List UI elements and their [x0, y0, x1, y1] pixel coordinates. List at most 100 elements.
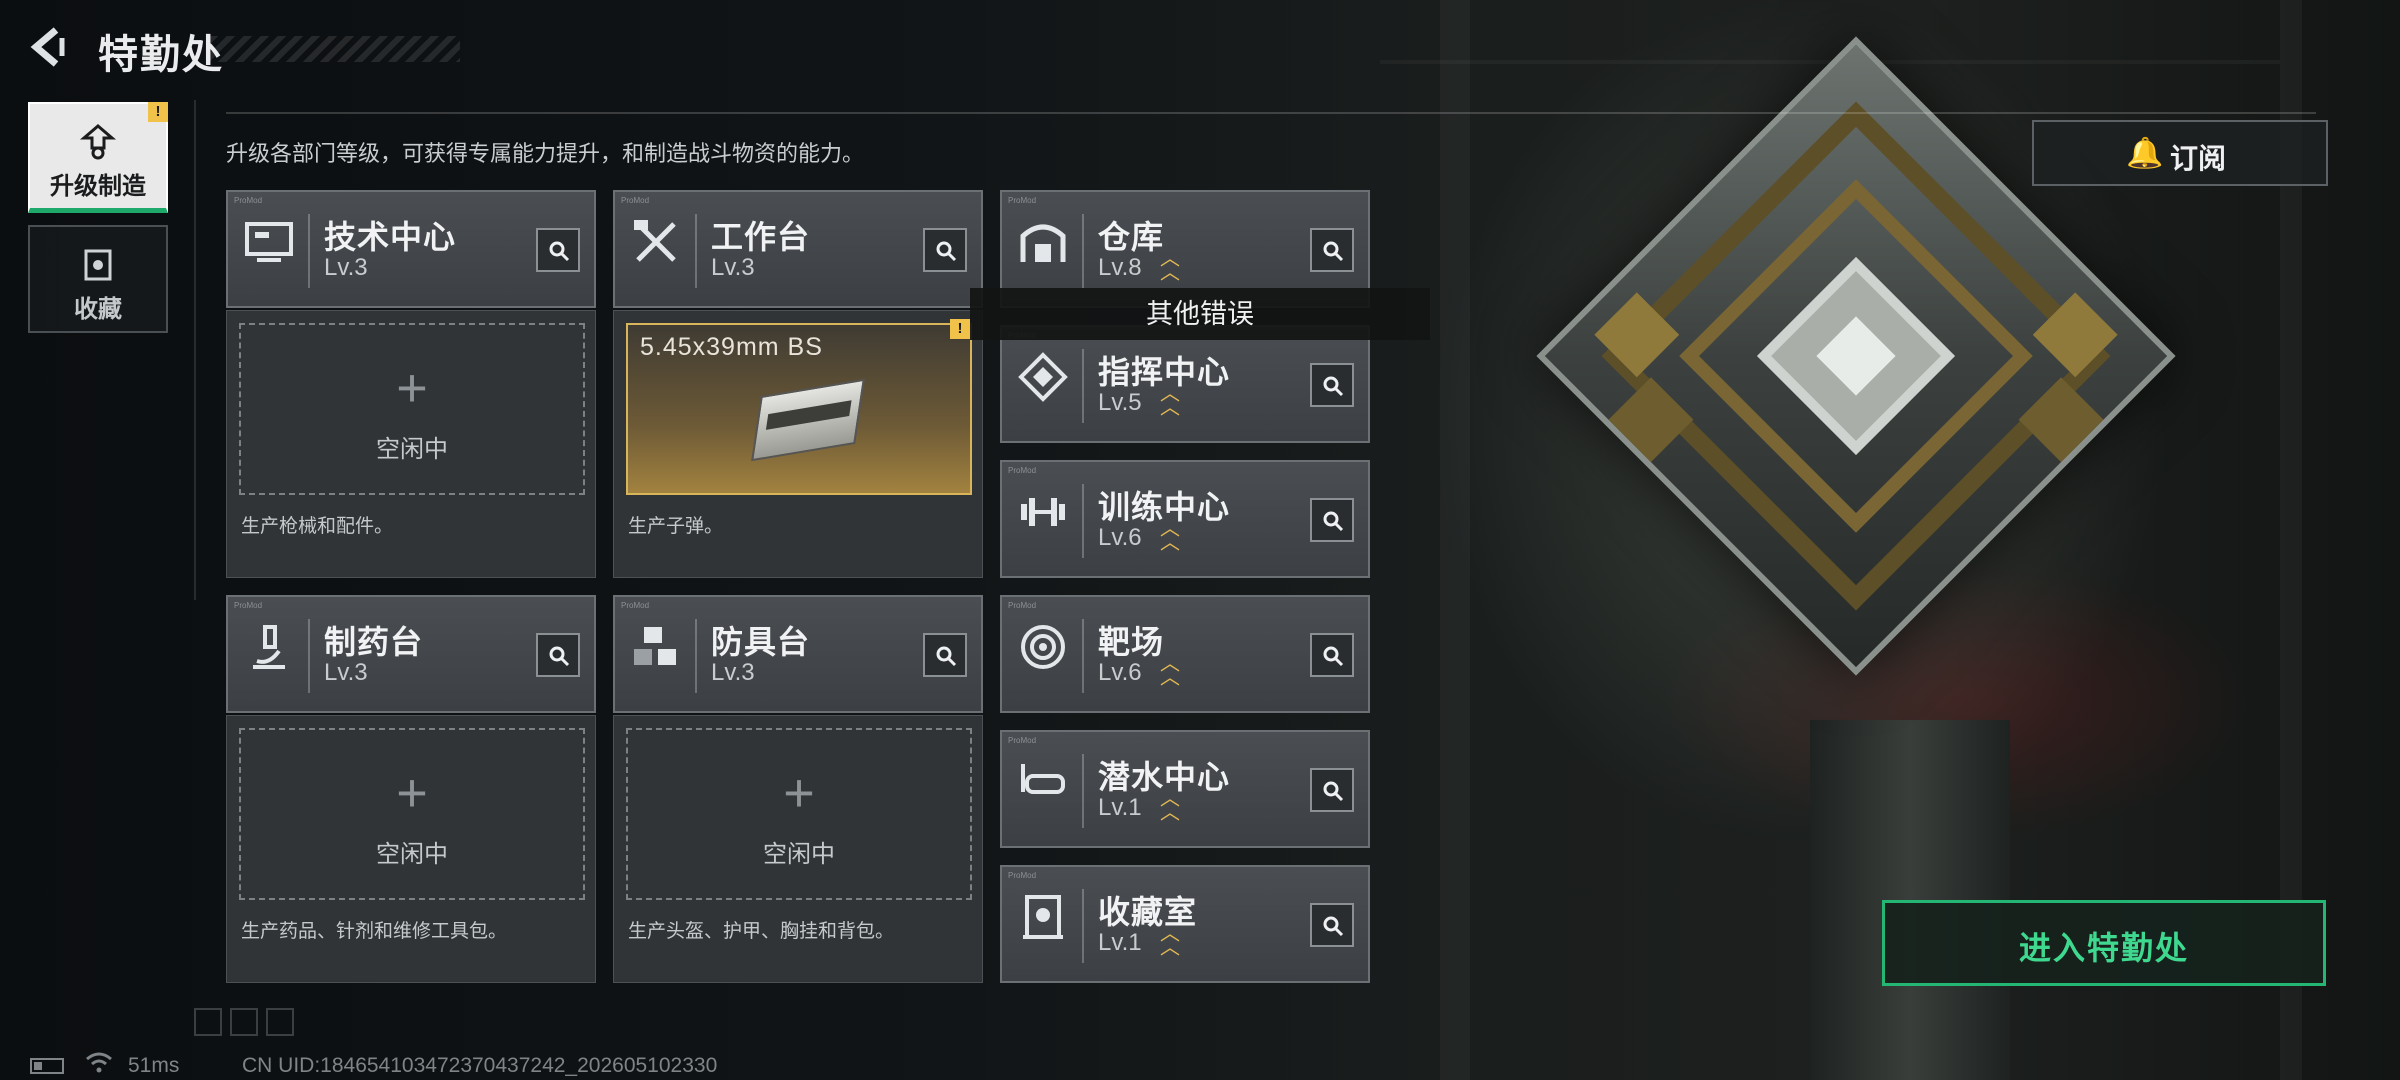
search-icon: [936, 646, 957, 667]
warehouse-icon: [1014, 216, 1072, 282]
department-level: Lv.3: [324, 659, 368, 686]
department-level: Lv.1: [1098, 929, 1142, 956]
plus-icon: +: [396, 358, 428, 418]
search-icon: [936, 241, 957, 262]
search-icon: [1323, 241, 1344, 262]
production-panel-pharmacy: + 空闲中 生产药品、针剂和维修工具包。: [226, 715, 596, 983]
department-level: Lv.1: [1098, 794, 1142, 821]
nav-item-collection[interactable]: 收藏: [28, 225, 168, 333]
error-tooltip: 其他错误: [970, 288, 1430, 340]
department-card-command-center[interactable]: ProMod 指挥中心 Lv.5 ︿︿: [1000, 325, 1370, 443]
ammo-box-image: [751, 378, 865, 462]
hammer-wrench-icon: [627, 216, 685, 282]
page-title: 特勤处: [98, 33, 224, 77]
side-nav: 升级制造 ! 收藏: [28, 102, 168, 345]
alert-badge: !: [950, 319, 970, 339]
subscribe-button[interactable]: 🔔 订阅: [2032, 120, 2328, 186]
command-icon: [1014, 351, 1072, 417]
upgrade-available-icon: ︿ ︿: [1160, 248, 1180, 284]
search-icon: [549, 646, 570, 667]
search-button[interactable]: [1310, 903, 1354, 947]
nav-label: 收藏: [74, 296, 122, 323]
user-uid: CN UID:1846541034723704372​42_2026051023…: [242, 1054, 718, 1077]
bell-icon: 🔔: [2126, 137, 2164, 170]
ping-value: 51ms: [128, 1054, 180, 1077]
search-icon: [1323, 916, 1344, 937]
department-card-workbench[interactable]: ProMod 工作台 Lv.3: [613, 190, 983, 308]
department-level: Lv.3: [711, 659, 755, 686]
department-level: Lv.3: [324, 254, 368, 281]
plus-icon: +: [396, 763, 428, 823]
nav-item-upgrade-craft[interactable]: 升级制造 !: [28, 102, 168, 213]
department-level: Lv.8: [1098, 254, 1142, 281]
dumbbell-icon: [1014, 486, 1072, 552]
production-slot-active[interactable]: 5.45x39mm BS: [626, 323, 972, 495]
search-icon: [1323, 781, 1344, 802]
upgrade-available-icon: ︿ ︿: [1160, 923, 1180, 959]
department-card-pharmacy[interactable]: ProMod 制药台 Lv.3: [226, 595, 596, 713]
search-button[interactable]: [1310, 768, 1354, 812]
slot-status: 空闲中: [376, 841, 448, 868]
search-icon: [1323, 646, 1344, 667]
upgrade-available-icon: ︿ ︿: [1160, 383, 1180, 419]
battery-icon: [30, 1058, 64, 1074]
search-button[interactable]: [923, 633, 967, 677]
department-card-training-center[interactable]: ProMod 训练中心 Lv.6 ︿ ︿: [1000, 460, 1370, 578]
department-name: 收藏室: [1098, 894, 1198, 930]
search-button[interactable]: [923, 228, 967, 272]
title-stripe-decoration: [210, 36, 460, 62]
production-description: 生产子弹。: [628, 516, 724, 537]
department-card-armor-bench[interactable]: ProMod 防具台 Lv.3: [613, 595, 983, 713]
department-card-tech-center[interactable]: ProMod 技术中心 Lv.3: [226, 190, 596, 308]
wifi-icon: [84, 1050, 114, 1080]
subscribe-label: 订阅: [2170, 143, 2227, 174]
production-panel-armor-bench: + 空闲中 生产头盔、护甲、胸挂和背包。: [613, 715, 983, 983]
enter-special-ops-button[interactable]: 进入特勤处: [1882, 900, 2326, 986]
department-name: 技术中心: [324, 219, 457, 255]
department-card-diving-center[interactable]: ProMod 潜水中心 Lv.1 ︿ ︿: [1000, 730, 1370, 848]
department-level: Lv.5: [1098, 389, 1142, 416]
search-button[interactable]: [536, 228, 580, 272]
enter-button-label: 进入特勤处: [2018, 930, 2189, 966]
search-button[interactable]: [1310, 633, 1354, 677]
department-card-collection-room[interactable]: ProMod 收藏室 Lv.1 ︿ ︿: [1000, 865, 1370, 983]
target-icon: [1014, 621, 1072, 687]
search-button[interactable]: [1310, 498, 1354, 542]
search-icon: [1323, 511, 1344, 532]
production-description: 生产枪械和配件。: [241, 516, 394, 537]
search-button[interactable]: [1310, 228, 1354, 272]
department-name: 仓库: [1098, 219, 1165, 255]
production-slot-empty[interactable]: + 空闲中: [239, 323, 585, 495]
department-level: Lv.3: [711, 254, 755, 281]
slot-status: 空闲中: [763, 841, 835, 868]
search-button[interactable]: [536, 633, 580, 677]
upgrade-available-icon: ︿ ︿: [1160, 518, 1180, 554]
top-bar: 特勤处: [0, 0, 600, 100]
production-item-name: 5.45x39mm BS: [640, 333, 823, 361]
search-button[interactable]: [1310, 363, 1354, 407]
production-description: 生产药品、针剂和维修工具包。: [241, 921, 508, 942]
department-card-shooting-range[interactable]: ProMod 靶场 Lv.6 ︿ ︿: [1000, 595, 1370, 713]
department-level: Lv.6: [1098, 659, 1142, 686]
department-name: 工作台: [711, 219, 811, 255]
back-arrow-icon[interactable]: [26, 24, 72, 70]
upgrade-icon: [78, 122, 118, 162]
production-panel-tech-center: + 空闲中 生产枪械和配件。: [226, 310, 596, 578]
plus-icon: +: [783, 763, 815, 823]
alert-badge: !: [148, 102, 168, 122]
page-description: 升级各部门等级，可获得专属能力提升，和制造战斗物资的能力。: [226, 141, 865, 166]
goggles-icon: [1014, 756, 1072, 822]
divider: [226, 112, 2316, 114]
decorative-squares: [194, 1008, 302, 1041]
upgrade-available-icon: ︿ ︿: [1160, 788, 1180, 824]
department-name: 防具台: [711, 624, 811, 660]
production-description: 生产头盔、护甲、胸挂和背包。: [628, 921, 895, 942]
department-name: 制药台: [324, 624, 424, 660]
microscope-icon: [240, 621, 298, 687]
production-slot-empty[interactable]: + 空闲中: [626, 728, 972, 900]
divider: [194, 100, 196, 600]
production-panel-workbench: 5.45x39mm BS ! 生产子弹。: [613, 310, 983, 578]
department-level: Lv.6: [1098, 524, 1142, 551]
production-slot-empty[interactable]: + 空闲中: [239, 728, 585, 900]
cubes-icon: [627, 621, 685, 687]
